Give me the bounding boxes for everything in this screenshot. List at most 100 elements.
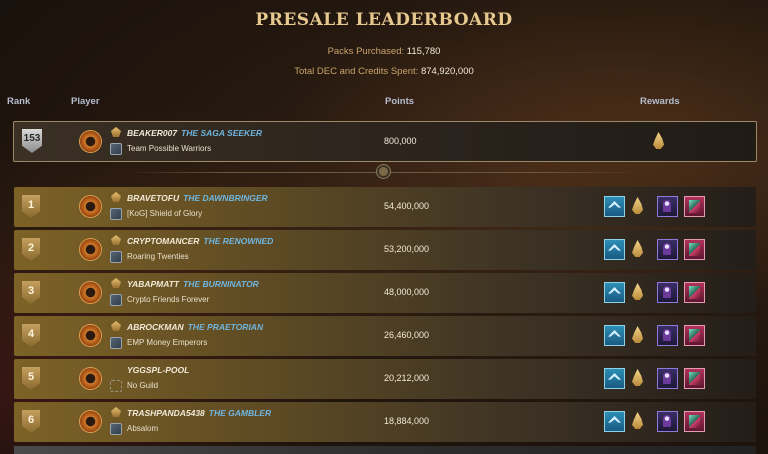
- guild-crest-icon: [110, 208, 122, 220]
- league-badge-icon: [80, 282, 101, 303]
- page-title: PRESALE LEADERBOARD: [255, 10, 513, 30]
- red-card-icon[interactable]: [684, 282, 705, 303]
- upgrade-chevron-icon[interactable]: [604, 411, 625, 432]
- points-value: 48,000,000: [384, 287, 430, 297]
- player-name[interactable]: TRASHPANDA5438 THE GAMBLER: [127, 408, 271, 418]
- player-username: YGGSPL-POOL: [127, 365, 190, 375]
- table-row[interactable]: 2 CRYPTOMANCER THE RENOWNED Roaring Twentie…: [14, 230, 756, 270]
- purple-card-icon[interactable]: [657, 239, 678, 260]
- gold-flame-icon[interactable]: [653, 132, 664, 149]
- player-title: THE SAGA SEEKER: [181, 128, 262, 138]
- red-card-icon[interactable]: [684, 325, 705, 346]
- title-icon: [111, 278, 121, 288]
- flame-shape: [632, 369, 643, 386]
- total-spent-value: 874,920,000: [420, 66, 474, 77]
- red-card-icon[interactable]: [684, 411, 705, 432]
- packs-purchased-stat: Packs Purchased: 115,780: [0, 46, 768, 57]
- points-value: 54,400,000: [384, 201, 430, 211]
- league-badge-icon: [80, 131, 101, 152]
- league-badge-icon: [80, 196, 101, 217]
- title-icon: [111, 127, 121, 137]
- flame-shape: [632, 326, 643, 343]
- player-title: THE PRAETORIAN: [187, 322, 264, 332]
- table-row-partial: [14, 446, 756, 454]
- title-icon: [111, 321, 121, 331]
- gold-flame-icon[interactable]: [628, 411, 647, 430]
- column-header-rank: Rank: [7, 96, 31, 107]
- purple-card-icon[interactable]: [657, 282, 678, 303]
- gold-flame-icon[interactable]: [628, 196, 647, 215]
- gold-flame-icon[interactable]: [628, 325, 647, 344]
- purple-card-icon[interactable]: [657, 325, 678, 346]
- guild-name[interactable]: EMP Money Emperors: [127, 338, 207, 347]
- player-username: BRAVETOFU: [127, 193, 180, 203]
- gold-flame-icon[interactable]: [628, 239, 647, 258]
- rank-badge: 4: [22, 324, 40, 347]
- points-value: 20,212,000: [384, 373, 430, 383]
- rank-badge: 3: [22, 281, 40, 304]
- player-name[interactable]: CRYPTOMANCER THE RENOWNED: [127, 236, 273, 246]
- guild-name[interactable]: Crypto Friends Forever: [127, 295, 209, 304]
- rank-badge: 1: [22, 195, 40, 218]
- column-header-rewards: Rewards: [640, 96, 680, 107]
- guild-name[interactable]: Roaring Twenties: [127, 252, 189, 261]
- player-username: CRYPTOMANCER: [127, 236, 200, 246]
- player-name[interactable]: BRAVETOFU THE DAWNBRINGER: [127, 193, 268, 203]
- column-header-player: Player: [71, 96, 100, 107]
- table-row[interactable]: 5 YGGSPL-POOL No Guild 20,212,000: [14, 359, 756, 399]
- rank-badge: 6: [22, 410, 40, 433]
- guild-name[interactable]: No Guild: [127, 381, 158, 390]
- upgrade-chevron-icon[interactable]: [604, 325, 625, 346]
- table-row[interactable]: 1 BRAVETOFU THE DAWNBRINGER [KoG] Shield of…: [14, 187, 756, 227]
- gold-flame-icon[interactable]: [628, 368, 647, 387]
- player-name[interactable]: ABROCKMAN THE PRAETORIAN: [127, 322, 263, 332]
- total-spent-label: Total DEC and Credits Spent:: [294, 66, 419, 77]
- gold-flame-icon[interactable]: [628, 282, 647, 301]
- points-value: 53,200,000: [384, 244, 430, 254]
- purple-card-icon[interactable]: [657, 196, 678, 217]
- upgrade-chevron-icon[interactable]: [604, 196, 625, 217]
- player-username: BEAKER007: [127, 128, 178, 138]
- points-value: 26,460,000: [384, 330, 430, 340]
- flame-shape: [632, 197, 643, 214]
- current-player-row[interactable]: 153 BEAKER007 THE SAGA SEEKER Team Possib…: [13, 121, 757, 162]
- rank-badge: 5: [22, 367, 40, 390]
- title-icon: [111, 235, 121, 245]
- red-card-icon[interactable]: [684, 368, 705, 389]
- purple-card-icon[interactable]: [657, 368, 678, 389]
- red-card-icon[interactable]: [684, 196, 705, 217]
- packs-purchased-value: 115,780: [406, 46, 441, 57]
- upgrade-chevron-icon[interactable]: [604, 239, 625, 260]
- player-username: ABROCKMAN: [127, 322, 184, 332]
- flame-shape: [632, 283, 643, 300]
- player-name[interactable]: YGGSPL-POOL: [127, 365, 189, 375]
- league-badge-icon: [80, 411, 101, 432]
- player-title: THE BURNINATOR: [183, 279, 259, 289]
- player-name[interactable]: BEAKER007 THE SAGA SEEKER: [127, 128, 262, 138]
- guild-name[interactable]: Absalom: [127, 424, 158, 433]
- player-username: YABAPMATT: [127, 279, 180, 289]
- table-row[interactable]: 4 ABROCKMAN THE PRAETORIAN EMP Money Empero…: [14, 316, 756, 356]
- guild-name[interactable]: Team Possible Warriors: [127, 144, 211, 153]
- purple-card-icon[interactable]: [657, 411, 678, 432]
- player-title: THE DAWNBRINGER: [183, 193, 268, 203]
- player-title: THE RENOWNED: [203, 236, 274, 246]
- guild-name[interactable]: [KoG] Shield of Glory: [127, 209, 202, 218]
- upgrade-chevron-icon[interactable]: [604, 368, 625, 389]
- points-value: 18,884,000: [384, 416, 430, 426]
- flame-shape: [632, 412, 643, 429]
- table-row[interactable]: 3 YABAPMATT THE BURNINATOR Crypto Friends F…: [14, 273, 756, 313]
- red-card-icon[interactable]: [684, 239, 705, 260]
- player-title: THE GAMBLER: [208, 408, 272, 418]
- league-badge-icon: [80, 239, 101, 260]
- player-username: TRASHPANDA5438: [127, 408, 205, 418]
- column-header-points: Points: [385, 96, 415, 107]
- player-name[interactable]: YABAPMATT THE BURNINATOR: [127, 279, 259, 289]
- upgrade-chevron-icon[interactable]: [604, 282, 625, 303]
- table-row[interactable]: 6 TRASHPANDA5438 THE GAMBLER Absalom 18,884,…: [14, 402, 756, 442]
- title-icon: [111, 192, 121, 202]
- guild-crest-icon: [110, 380, 122, 392]
- guild-crest-icon: [110, 143, 122, 155]
- packs-purchased-label: Packs Purchased:: [327, 46, 405, 57]
- guild-crest-icon: [110, 251, 122, 263]
